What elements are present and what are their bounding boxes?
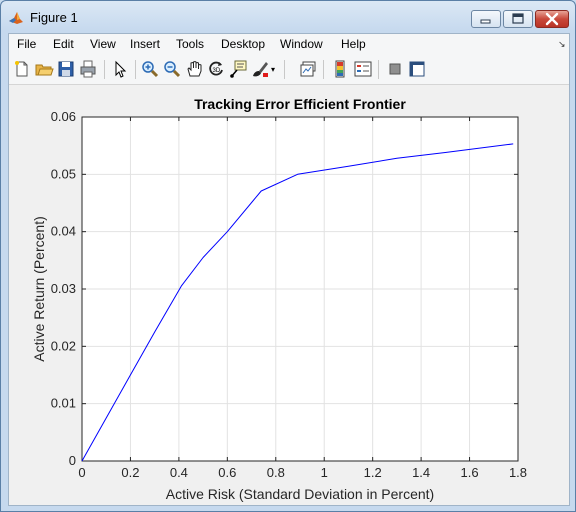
hide-plot-tools-icon[interactable] [385, 59, 405, 79]
y-tick-label: 0.03 [51, 281, 76, 296]
x-tick-label: 0.2 [121, 465, 139, 480]
menu-desktop[interactable]: Desktop [221, 37, 265, 51]
x-tick-label: 1.8 [509, 465, 527, 480]
y-tick-label: 0.02 [51, 338, 76, 353]
toolbar-separator [284, 60, 285, 79]
y-tick-label: 0.04 [51, 224, 76, 239]
x-axis-label: Active Risk (Standard Deviation in Perce… [166, 486, 434, 502]
brush-dropdown-icon[interactable]: ▾ [271, 65, 279, 85]
menu-bar: File Edit View Insert Tools Desktop Wind… [9, 34, 569, 55]
toolbar-separator [104, 60, 105, 79]
x-tick-label: 1 [321, 465, 328, 480]
figure-client-area: File Edit View Insert Tools Desktop Wind… [8, 33, 570, 506]
x-tick-label: 0 [78, 465, 85, 480]
data-cursor-icon[interactable] [228, 59, 248, 79]
toolbar-separator [135, 60, 136, 79]
y-tick-label: 0.06 [51, 109, 76, 124]
minimize-button[interactable] [471, 10, 501, 28]
x-tick-label: 1.6 [461, 465, 479, 480]
zoom-in-icon[interactable] [140, 59, 160, 79]
save-icon[interactable] [56, 59, 76, 79]
pan-hand-icon[interactable] [184, 59, 204, 79]
chart-title: Tracking Error Efficient Frontier [194, 96, 406, 112]
open-file-icon[interactable] [34, 59, 54, 79]
x-tick-label: 0.4 [170, 465, 188, 480]
window-title: Figure 1 [30, 10, 78, 25]
toolbar-separator [323, 60, 324, 79]
figure-canvas: 0 0.2 0.4 0.6 0.8 1 1.2 1.4 1.6 1.8 0 0.01 0.02 0.03 0… [9, 85, 569, 505]
legend-icon[interactable] [353, 59, 373, 79]
svg-text:3D: 3D [213, 68, 221, 74]
new-figure-icon[interactable] [12, 59, 32, 79]
menu-help[interactable]: Help [341, 37, 366, 51]
maximize-button[interactable] [503, 10, 533, 28]
rotate-3d-icon[interactable]: 3D [206, 59, 226, 79]
maximize-icon [512, 13, 524, 24]
efficient-frontier-chart[interactable]: 0 0.2 0.4 0.6 0.8 1 1.2 1.4 1.6 1.8 0 0.01 0.02 0.03 0… [9, 85, 569, 505]
figure-toolbar: 3D ▾ [9, 55, 569, 85]
menu-window[interactable]: Window [280, 37, 323, 51]
y-axis-label: Active Return (Percent) [31, 216, 47, 362]
minimize-icon [480, 19, 491, 24]
y-tick-label: 0.05 [51, 166, 76, 181]
y-tick-label: 0 [69, 453, 76, 468]
x-tick-label: 0.8 [267, 465, 285, 480]
zoom-out-icon[interactable] [162, 59, 182, 79]
menu-tools[interactable]: Tools [176, 37, 204, 51]
dock-arrow-icon[interactable]: ↘ [558, 39, 566, 50]
menu-edit[interactable]: Edit [53, 37, 74, 51]
menu-view[interactable]: View [90, 37, 116, 51]
menu-insert[interactable]: Insert [130, 37, 160, 51]
x-tick-label: 1.4 [412, 465, 430, 480]
menu-file[interactable]: File [17, 37, 36, 51]
close-button[interactable] [535, 10, 569, 28]
colorbar-icon[interactable] [331, 59, 351, 79]
close-icon [545, 12, 559, 26]
brush-icon[interactable] [250, 59, 270, 79]
title-bar[interactable]: Figure 1 [1, 1, 575, 33]
edit-plot-arrow-icon[interactable] [110, 59, 130, 79]
x-tick-label: 0.6 [218, 465, 236, 480]
figure-window: Figure 1 File Edit View Insert Tools Des… [0, 0, 576, 512]
matlab-icon [8, 10, 24, 26]
x-tick-label: 1.2 [364, 465, 382, 480]
show-plot-tools-icon[interactable] [407, 59, 427, 79]
link-plot-icon[interactable] [298, 59, 318, 79]
y-tick-label: 0.01 [51, 396, 76, 411]
print-icon[interactable] [78, 59, 98, 79]
toolbar-separator [378, 60, 379, 79]
